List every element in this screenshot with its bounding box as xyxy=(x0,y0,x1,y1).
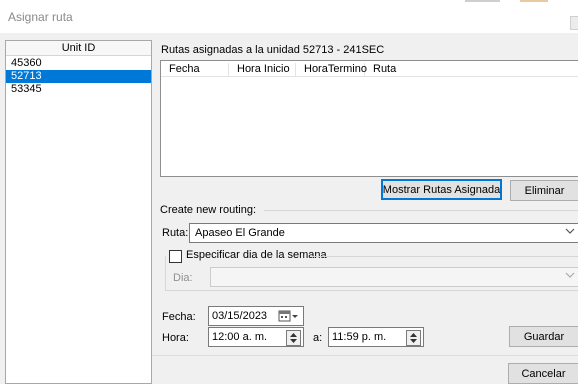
day-combobox[interactable] xyxy=(210,267,578,287)
spinner-updown-icon[interactable] xyxy=(406,330,421,346)
save-button[interactable]: Guardar xyxy=(509,326,578,347)
weekday-checkbox[interactable] xyxy=(169,250,182,263)
unit-list-header[interactable]: Unit ID xyxy=(6,41,151,56)
cancel-button[interactable]: Cancelar xyxy=(508,363,578,384)
grid-header: Fecha Hora Inicio HoraTermino Ruta xyxy=(161,61,578,77)
chevron-down-icon[interactable] xyxy=(565,269,575,287)
route-value: Apaseo El Grande xyxy=(195,227,285,239)
time-to-value: 11:59 p. m. xyxy=(332,331,387,343)
weekday-group-border-left xyxy=(165,256,166,290)
route-label: Ruta: xyxy=(162,227,189,239)
unit-list-item[interactable]: 45360 xyxy=(6,57,151,70)
time-to-label: a: xyxy=(313,332,323,344)
time-label: Hora: xyxy=(162,332,189,344)
footer-separator xyxy=(152,355,578,356)
unit-list-item-selected[interactable]: 52713 xyxy=(6,70,151,83)
window-control-button[interactable] xyxy=(570,16,578,30)
window-title: Asignar ruta xyxy=(8,10,73,24)
weekday-checkbox-label[interactable]: Especificar dia de la semana xyxy=(186,249,327,261)
title-bar: Asignar ruta xyxy=(0,0,578,33)
assigned-routes-caption: Rutas asignadas a la unidad 52713 - 241S… xyxy=(161,44,385,56)
spinner-updown-icon[interactable] xyxy=(286,330,301,346)
unit-id-column-header: Unit ID xyxy=(61,42,96,54)
date-label: Fecha: xyxy=(162,311,196,323)
date-value: 03/15/2023 xyxy=(212,310,268,322)
group-border xyxy=(264,210,578,211)
time-from-value: 12:00 a. m. xyxy=(212,331,268,343)
assigned-routes-grid[interactable]: Fecha Hora Inicio HoraTermino Ruta xyxy=(160,60,578,177)
delete-button[interactable]: Eliminar xyxy=(510,180,578,201)
show-assigned-routes-button[interactable]: Mostrar Rutas Asignada xyxy=(381,179,502,200)
decor-line xyxy=(465,0,500,2)
time-to-field[interactable]: 11:59 p. m. xyxy=(328,327,424,347)
calendar-icon[interactable] xyxy=(278,309,300,329)
time-from-field[interactable]: 12:00 a. m. xyxy=(208,327,304,347)
route-combobox[interactable]: Apaseo El Grande xyxy=(189,223,578,243)
day-label: Dia: xyxy=(173,272,193,284)
weekday-group-border xyxy=(312,256,578,257)
new-routing-group-label: Create new routing: xyxy=(160,204,256,216)
weekday-group-border-bottom xyxy=(165,290,578,291)
unit-list-item[interactable]: 53345 xyxy=(6,83,151,96)
column-header-fecha[interactable]: Fecha xyxy=(161,63,229,76)
date-picker[interactable]: 03/15/2023 xyxy=(208,306,304,326)
decor-line xyxy=(520,0,548,2)
column-header-hora-inicio[interactable]: Hora Inicio xyxy=(229,63,296,76)
unit-list[interactable]: Unit ID 45360 52713 53345 xyxy=(5,40,152,384)
column-header-hora-termino[interactable]: HoraTermino xyxy=(296,63,367,76)
chevron-down-icon[interactable] xyxy=(565,225,575,243)
column-header-ruta[interactable]: Ruta xyxy=(365,63,578,76)
